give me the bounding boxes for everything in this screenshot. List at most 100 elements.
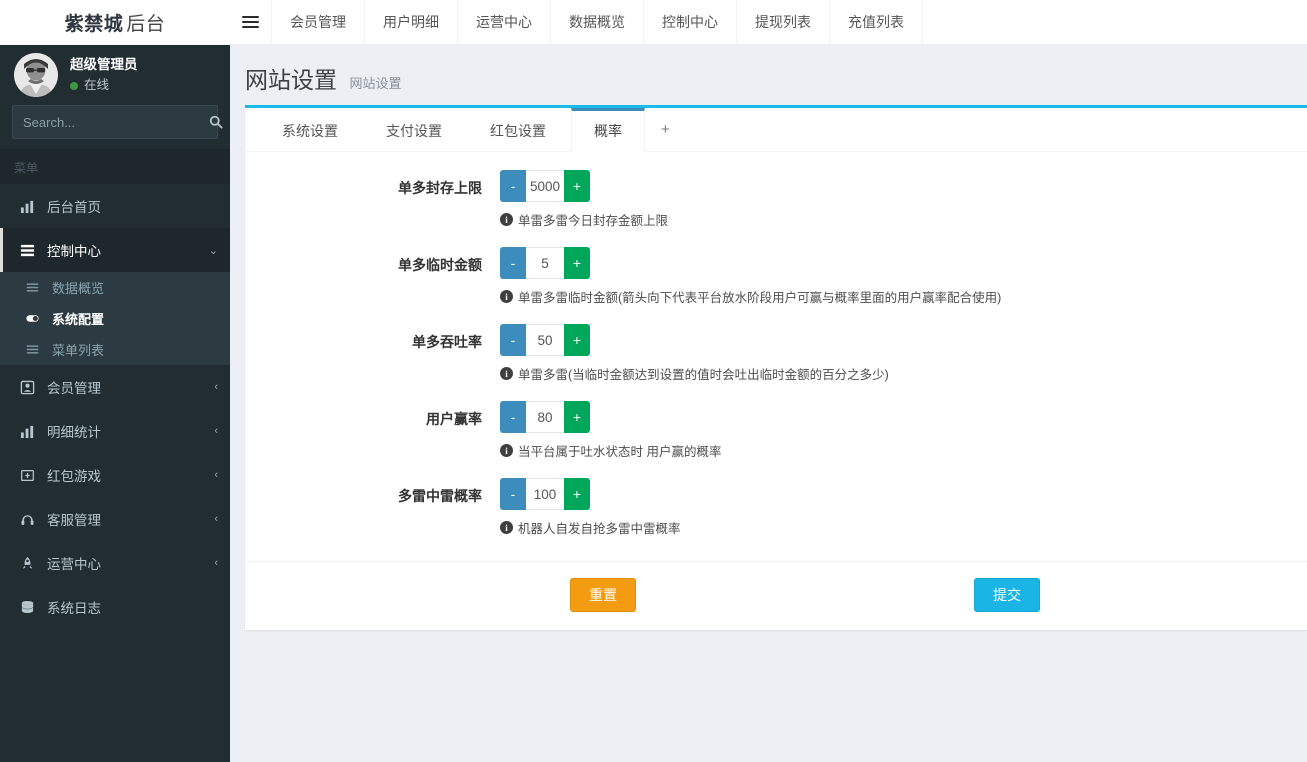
label-multi-hit-probability: 多雷中雷概率 xyxy=(398,488,482,504)
stepper-multi-hit-probability: - + xyxy=(500,478,590,510)
decrement-button[interactable]: - xyxy=(500,401,526,433)
topnav-item-3[interactable]: 数据概览 xyxy=(551,0,644,44)
sidebar-link-customer-service[interactable]: 客服管理 ‹ xyxy=(0,497,230,541)
hamburger-icon[interactable] xyxy=(230,0,272,44)
hint-text: 机器人自发自抢多雷中雷概率 xyxy=(518,522,681,536)
sidebar-link-control-center[interactable]: 控制中心 ⌄ xyxy=(0,228,230,272)
gift-icon xyxy=(17,468,37,483)
control-storage-limit: - + i 单雷多雷今日封存金额上限 xyxy=(500,170,1307,229)
sidebar-submenu-control-center: 数据概览 系统配置 菜单列表 xyxy=(0,272,230,365)
main-content: 网站设置 网站设置 系统设置 支付设置 红包设置 概率 + 单多封存上限 - 5… xyxy=(230,45,1307,762)
decrement-button[interactable]: - xyxy=(500,247,526,279)
search-icon[interactable] xyxy=(209,106,223,138)
breadcrumb: 网站设置 xyxy=(349,76,402,91)
sidebar-link-system-log[interactable]: 系统日志 xyxy=(0,585,230,629)
form-row-throughput-rate: 单多吞吐率 - + i 单雷多雷(当临时金额达到设置的值时会吐出临时金额的百分之… xyxy=(245,324,1307,383)
tab-payment-settings[interactable]: 支付设置 xyxy=(363,109,465,151)
decrement-button[interactable]: - xyxy=(500,324,526,356)
sidebar-subitem-data-overview[interactable]: 数据概览 xyxy=(0,272,230,303)
topnav-item-5[interactable]: 提现列表 xyxy=(737,0,830,44)
avatar[interactable] xyxy=(14,53,58,97)
chevron-left-icon: ‹ xyxy=(214,513,218,525)
sidebar-item-detail-statistics: 明细统计 ‹ xyxy=(0,409,230,453)
input-storage-limit[interactable] xyxy=(526,170,564,202)
user-name: 超级管理员 xyxy=(70,56,138,72)
sidebar-item-system-log: 系统日志 xyxy=(0,585,230,629)
increment-button[interactable]: + xyxy=(564,401,590,433)
input-temp-amount[interactable] xyxy=(526,247,564,279)
brand-logo-text: 紫禁城 后台 xyxy=(65,9,166,36)
control-temp-amount: - + i 单雷多雷临时金额(箭头向下代表平台放水阶段用户可赢与概率里面的用户赢… xyxy=(500,247,1307,306)
sidebar-label-dashboard: 后台首页 xyxy=(47,200,101,215)
topnav-item-0[interactable]: 会员管理 xyxy=(272,0,365,44)
chevron-left-icon: ‹ xyxy=(214,469,218,481)
reset-button[interactable]: 重置 xyxy=(570,578,636,612)
topnav-item-2[interactable]: 运营中心 xyxy=(458,0,551,44)
bar-chart-icon xyxy=(17,424,37,439)
increment-button[interactable]: + xyxy=(564,247,590,279)
hint-temp-amount: i 单雷多雷临时金额(箭头向下代表平台放水阶段用户可赢与概率里面的用户赢率配合使… xyxy=(500,287,1287,306)
menu-lines-icon xyxy=(26,281,44,294)
topnav-item-4[interactable]: 控制中心 xyxy=(644,0,737,44)
topnav-item-6[interactable]: 充值列表 xyxy=(830,0,923,44)
sidebar-item-control-center: 控制中心 ⌄ 数据概览 系统配置 菜单列表 xyxy=(0,228,230,365)
user-panel: 超级管理员 在线 xyxy=(0,45,230,105)
probability-form: 单多封存上限 - + i 单雷多雷今日封存金额上限 xyxy=(245,152,1307,561)
toggle-icon xyxy=(26,312,44,325)
sidebar-item-redpacket-game: 红包游戏 ‹ xyxy=(0,453,230,497)
app-root: 紫禁城 后台 会员管理 用户明细 运营中心 数据概览 控制中心 提现列表 充值列表 xyxy=(0,0,1307,762)
user-info: 超级管理员 在线 xyxy=(70,56,138,94)
submit-button[interactable]: 提交 xyxy=(974,578,1040,612)
hint-text: 单雷多雷今日封存金额上限 xyxy=(518,214,669,228)
sidebar-subitem-menu-list[interactable]: 菜单列表 xyxy=(0,334,230,365)
menu-lines-icon xyxy=(26,343,44,356)
sidebar-menu-header: 菜单 xyxy=(0,149,230,184)
increment-button[interactable]: + xyxy=(564,324,590,356)
sidebar-item-customer-service: 客服管理 ‹ xyxy=(0,497,230,541)
control-multi-hit-probability: - + i 机器人自发自抢多雷中雷概率 xyxy=(500,478,1307,537)
sidebar-link-dashboard[interactable]: 后台首页 xyxy=(0,184,230,228)
stepper-throughput-rate: - + xyxy=(500,324,590,356)
sidebar-label-redpacket-game: 红包游戏 xyxy=(47,469,101,484)
input-multi-hit-probability[interactable] xyxy=(526,478,564,510)
input-throughput-rate[interactable] xyxy=(526,324,564,356)
sidebar-item-operations-center: 运营中心 ‹ xyxy=(0,541,230,585)
tab-redpacket-settings[interactable]: 红包设置 xyxy=(467,109,569,151)
sidebar-link-operations-center[interactable]: 运营中心 ‹ xyxy=(0,541,230,585)
stepper-user-win-rate: - + xyxy=(500,401,590,433)
sidebar-link-redpacket-game[interactable]: 红包游戏 ‹ xyxy=(0,453,230,497)
decrement-button[interactable]: - xyxy=(500,170,526,202)
sidebar-label-customer-service: 客服管理 xyxy=(47,513,101,528)
hint-text: 当平台属于吐水状态时 用户赢的概率 xyxy=(518,445,722,459)
label-storage-limit: 单多封存上限 xyxy=(398,180,482,196)
sidebar-subitem-system-config[interactable]: 系统配置 xyxy=(0,303,230,334)
sidebar-item-member-management: 会员管理 ‹ xyxy=(0,365,230,409)
increment-button[interactable]: + xyxy=(564,170,590,202)
increment-button[interactable]: + xyxy=(564,478,590,510)
hint-throughput-rate: i 单雷多雷(当临时金额达到设置的值时会吐出临时金额的百分之多少) xyxy=(500,364,1287,383)
add-tab-button[interactable]: + xyxy=(647,109,684,151)
stepper-temp-amount: - + xyxy=(500,247,590,279)
search-input[interactable] xyxy=(13,114,209,130)
chevron-down-icon: ⌄ xyxy=(208,244,218,257)
input-user-win-rate[interactable] xyxy=(526,401,564,433)
hint-user-win-rate: i 当平台属于吐水状态时 用户赢的概率 xyxy=(500,441,1287,460)
form-row-user-win-rate: 用户赢率 - + i 当平台属于吐水状态时 用户赢的概率 xyxy=(245,401,1307,460)
decrement-button[interactable]: - xyxy=(500,478,526,510)
chevron-left-icon: ‹ xyxy=(214,425,218,437)
form-row-multi-hit-probability: 多雷中雷概率 - + i 机器人自发自抢多雷中雷概率 xyxy=(245,478,1307,537)
sidebar-sublabel-data-overview: 数据概览 xyxy=(52,281,105,296)
stepper-storage-limit: - + xyxy=(500,170,590,202)
tab-bar: 系统设置 支付设置 红包设置 概率 + xyxy=(245,108,1307,152)
sidebar-link-detail-statistics[interactable]: 明细统计 ‹ xyxy=(0,409,230,453)
online-dot-icon xyxy=(70,81,78,90)
sidebar-search xyxy=(0,105,230,149)
form-row-storage-limit: 单多封存上限 - + i 单雷多雷今日封存金额上限 xyxy=(245,170,1307,229)
topnav-item-1[interactable]: 用户明细 xyxy=(365,0,458,44)
hint-text: 单雷多雷(当临时金额达到设置的值时会吐出临时金额的百分之多少) xyxy=(518,368,889,382)
brand-suffix: 后台 xyxy=(126,13,166,35)
tab-probability[interactable]: 概率 xyxy=(571,108,645,152)
brand-logo[interactable]: 紫禁城 后台 xyxy=(0,0,230,45)
tab-system-settings[interactable]: 系统设置 xyxy=(259,109,361,151)
sidebar-link-member-management[interactable]: 会员管理 ‹ xyxy=(0,365,230,409)
